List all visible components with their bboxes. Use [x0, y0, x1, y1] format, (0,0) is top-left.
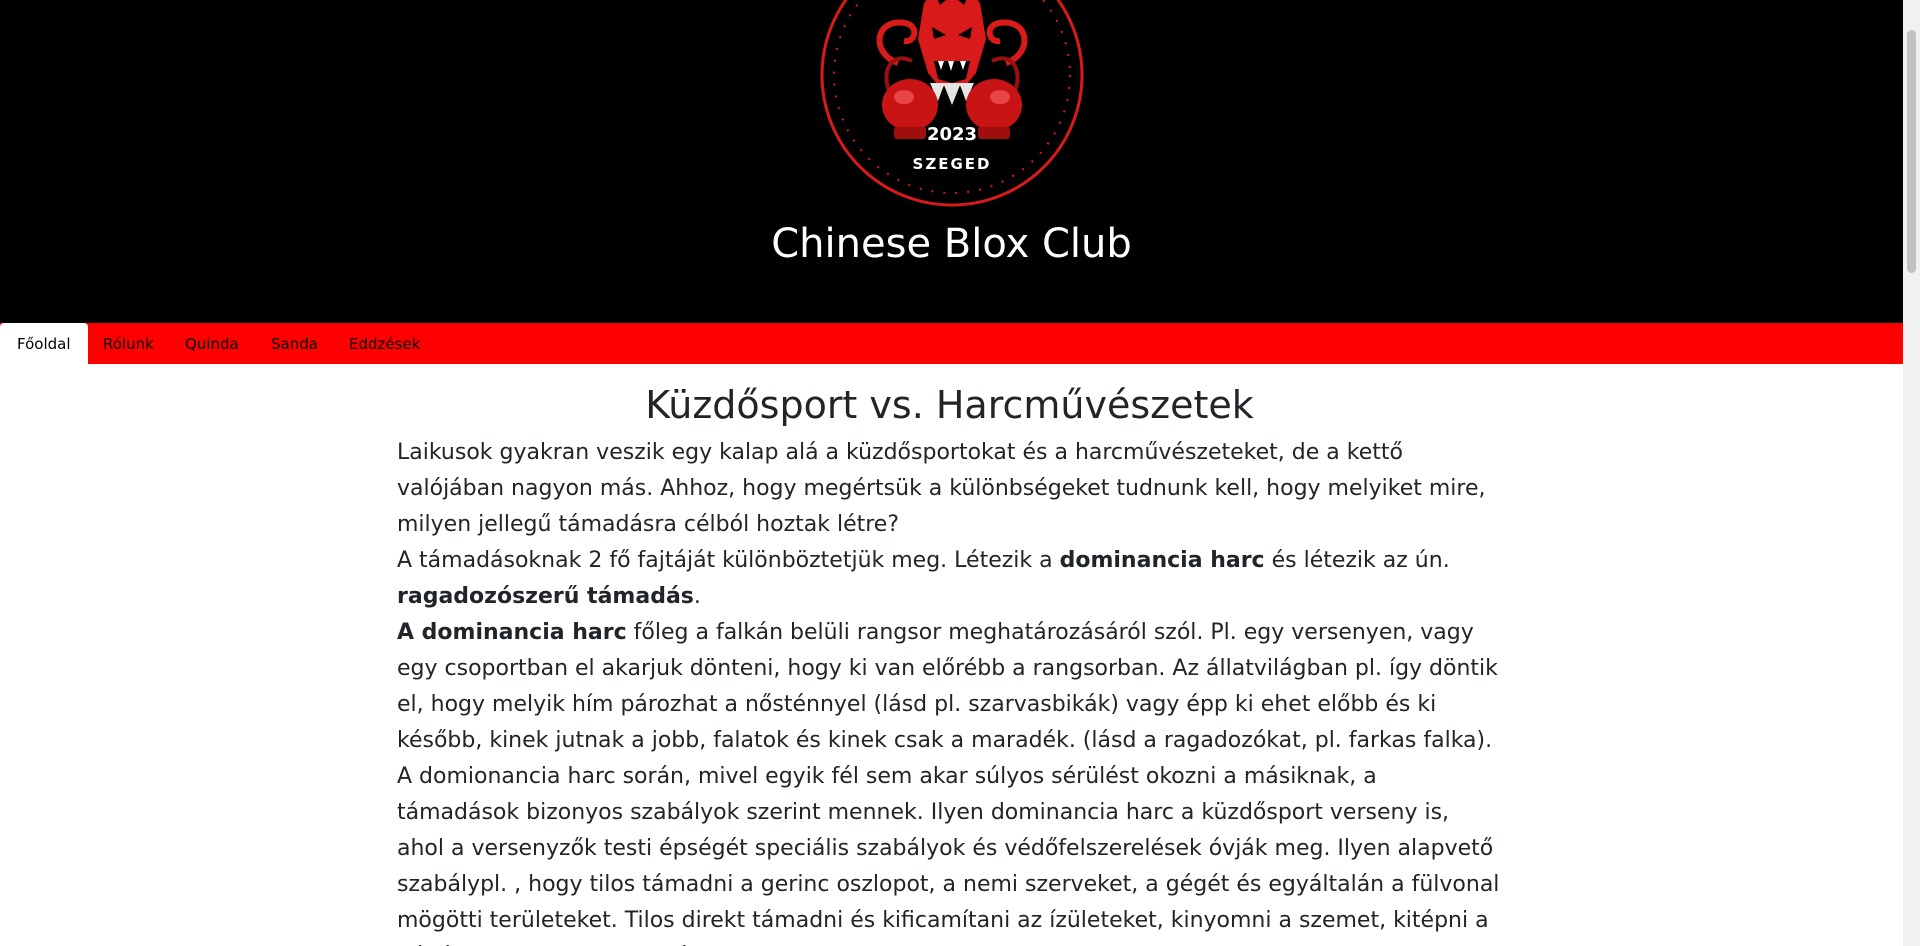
article-title: Küzdősport vs. Harcművészetek — [645, 383, 1254, 427]
paragraph-text: A támadásoknak 2 fő fajtáját különböztet… — [397, 548, 1060, 573]
page-scrollbar[interactable] — [1903, 0, 1920, 946]
article-paragraph-2: A támadásoknak 2 fő fajtáját különböztet… — [397, 543, 1502, 615]
logo-city: SZEGED — [913, 155, 992, 173]
logo-year: 2023 — [927, 124, 977, 145]
article-paragraph-1: Laikusok gyakran veszik egy kalap alá a … — [397, 440, 1486, 537]
article-paragraph-3: A dominancia harc főleg a falkán belüli … — [397, 615, 1502, 759]
paragraph-text: és létezik az ún. — [1264, 548, 1450, 573]
tab-quinda[interactable]: Quinda — [168, 323, 256, 364]
scrollbar-thumb[interactable] — [1907, 30, 1916, 273]
term-dominancia-harc: dominancia harc — [1059, 548, 1265, 573]
tab-fooldal[interactable]: Főoldal — [0, 323, 88, 364]
main-navbar: Főoldal Rólunk Quinda Sanda Eddzések — [0, 323, 1903, 364]
term-a-dominancia-harc: A dominancia harc — [397, 620, 627, 645]
article-content: Küzdősport vs. Harcművészetek Laikusok g… — [397, 375, 1502, 946]
page: 2023 SZEGED Chinese Blox Club Főoldal Ró… — [0, 0, 1903, 946]
site-title: Chinese Blox Club — [771, 221, 1132, 267]
term-ragadozoszeru-tamadas: ragadozószerű támadás — [397, 584, 694, 609]
tab-eddzesek[interactable]: Eddzések — [332, 323, 437, 364]
paragraph-text: . — [693, 584, 701, 609]
dragon-boxing-emblem-icon: 2023 SZEGED — [820, 0, 1084, 207]
site-header: 2023 SZEGED Chinese Blox Club — [0, 0, 1903, 323]
tab-rolunk[interactable]: Rólunk — [86, 323, 171, 364]
tab-sanda[interactable]: Sanda — [254, 323, 335, 364]
club-logo: 2023 SZEGED — [820, 0, 1084, 207]
article-paragraph-4: A domionancia harc során, mivel egyik fé… — [397, 764, 1500, 946]
